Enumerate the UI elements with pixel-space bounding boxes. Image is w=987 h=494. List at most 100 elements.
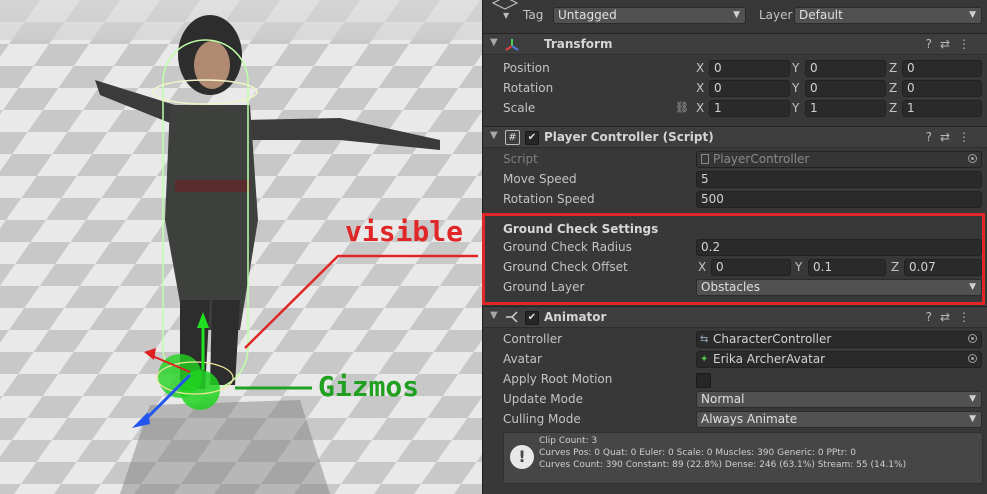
rotation-speed-field[interactable]: 500 — [696, 191, 982, 208]
transform-header[interactable]: ▼ Transform ?⇄⋮ — [483, 33, 987, 55]
ground-check-radius-field[interactable]: 0.2 — [696, 239, 982, 256]
player-controller-title: Player Controller (Script) — [544, 130, 714, 144]
help-icon: ? — [925, 37, 940, 51]
chevron-down-icon[interactable]: ▼ — [503, 11, 509, 20]
menu-icon: ⋮ — [958, 310, 978, 324]
z-axis-label: Z — [891, 260, 900, 274]
scale-y-field[interactable]: 1 — [805, 100, 886, 117]
rotation-speed-row: Rotation Speed 500 — [483, 190, 987, 210]
rotation-speed-label: Rotation Speed — [503, 192, 595, 206]
component-header-icons[interactable]: ?⇄⋮ — [926, 130, 978, 144]
object-picker-icon[interactable] — [968, 334, 977, 343]
animator-title: Animator — [544, 310, 607, 324]
rotation-row: Rotation X 0 Y 0 Z 0 — [483, 79, 987, 99]
x-axis-label: X — [698, 260, 707, 274]
ground-offset-x-field[interactable]: 0 — [711, 259, 791, 276]
scale-row: Scale ⛓ X 1 Y 1 Z 1 — [483, 99, 987, 119]
position-y-field[interactable]: 0 — [805, 60, 886, 77]
update-mode-value: Normal — [701, 392, 745, 406]
y-axis-label: Y — [792, 81, 800, 95]
culling-mode-row: Culling Mode Always Animate ▼ — [483, 410, 987, 430]
foldout-arrow-icon[interactable]: ▼ — [490, 310, 498, 321]
animator-icon — [506, 311, 518, 323]
caret-icon: ▼ — [969, 414, 976, 424]
avatar-row: Avatar ✦ Erika ArcherAvatar — [483, 350, 987, 370]
tag-dropdown[interactable]: Untagged ▼ — [553, 7, 746, 24]
move-speed-label: Move Speed — [503, 172, 577, 186]
avatar-field[interactable]: ✦ Erika ArcherAvatar — [696, 351, 982, 368]
curves-count-text: Curves Count: 390 Constant: 89 (22.8%) D… — [539, 460, 907, 470]
ground-layer-dropdown[interactable]: Obstacles ▼ — [696, 279, 982, 296]
controller-label: Controller — [503, 332, 563, 346]
preset-icon: ⇄ — [939, 37, 958, 51]
object-picker-icon — [968, 154, 977, 163]
y-axis-label: Y — [795, 260, 803, 274]
apply-root-motion-label: Apply Root Motion — [503, 372, 613, 386]
move-speed-row: Move Speed 5 — [483, 170, 987, 190]
culling-mode-label: Culling Mode — [503, 412, 581, 426]
object-picker-icon[interactable] — [968, 354, 977, 363]
link-icon[interactable]: ⛓ — [675, 101, 689, 114]
ground-check-section: Ground Check Settings — [483, 220, 987, 240]
ground-layer-label: Ground Layer — [503, 280, 585, 294]
script-file-icon — [701, 154, 709, 164]
script-field: PlayerController — [696, 151, 982, 168]
tag-layer-row: ▼ Tag Untagged ▼ Layer Default ▼ — [483, 0, 987, 25]
ground-layer-value: Obstacles — [701, 280, 760, 294]
y-axis-label: Y — [792, 101, 800, 115]
script-icon: # — [505, 130, 520, 145]
controller-row: Controller ⇆ CharacterController — [483, 330, 987, 350]
scale-x-field[interactable]: 1 — [709, 100, 790, 117]
ground-offset-z-field[interactable]: 0.07 — [904, 259, 982, 276]
warning-icon: ! — [510, 445, 534, 469]
rotation-label: Rotation — [503, 81, 554, 95]
curves-pos-text: Curves Pos: 0 Quat: 0 Euler: 0 Scale: 0 … — [539, 448, 857, 458]
apply-root-motion-checkbox[interactable] — [696, 373, 711, 388]
player-controller-header[interactable]: ▼ # ✔ Player Controller (Script) ?⇄⋮ — [483, 126, 987, 148]
culling-mode-dropdown[interactable]: Always Animate ▼ — [696, 411, 982, 428]
visible-annotation: visible — [345, 215, 464, 248]
menu-icon: ⋮ — [958, 37, 978, 51]
avatar-label: Avatar — [503, 352, 542, 366]
rotation-x-field[interactable]: 0 — [709, 80, 790, 97]
move-speed-field[interactable]: 5 — [696, 171, 982, 188]
script-row: Script PlayerController — [483, 150, 987, 170]
gizmos-annotation: Gizmos — [318, 370, 420, 403]
avatar-value: Erika ArcherAvatar — [713, 352, 826, 366]
player-controller-enabled-checkbox[interactable]: ✔ — [525, 131, 539, 145]
script-value: PlayerController — [713, 152, 810, 166]
foldout-arrow-icon[interactable]: ▼ — [490, 130, 498, 141]
scene-view[interactable]: visible Gizmos — [0, 0, 482, 494]
scale-label: Scale — [503, 101, 536, 115]
component-header-icons[interactable]: ?⇄⋮ — [926, 310, 978, 324]
update-mode-row: Update Mode Normal ▼ — [483, 390, 987, 410]
ground-offset-y-field[interactable]: 0.1 — [808, 259, 886, 276]
y-axis-label: Y — [792, 61, 800, 75]
ground-check-offset-label: Ground Check Offset — [503, 260, 628, 274]
controller-field[interactable]: ⇆ CharacterController — [696, 331, 982, 348]
foldout-arrow-icon[interactable]: ▼ — [490, 37, 498, 48]
position-label: Position — [503, 61, 550, 75]
tag-value: Untagged — [558, 8, 617, 22]
z-axis-label: Z — [889, 81, 898, 95]
ground-check-radius-row: Ground Check Radius 0.2 — [483, 238, 987, 258]
culling-mode-value: Always Animate — [701, 412, 798, 426]
layer-label: Layer — [759, 8, 793, 22]
layer-dropdown[interactable]: Default ▼ — [794, 7, 982, 24]
inspector-panel: ▼ Tag Untagged ▼ Layer Default ▼ ▼ Trans… — [482, 0, 987, 494]
help-icon: ? — [925, 310, 940, 324]
controller-value: CharacterController — [713, 332, 832, 346]
scale-z-field[interactable]: 1 — [902, 100, 982, 117]
position-z-field[interactable]: 0 — [902, 60, 982, 77]
rotation-z-field[interactable]: 0 — [902, 80, 982, 97]
z-axis-label: Z — [889, 61, 898, 75]
animator-enabled-checkbox[interactable]: ✔ — [525, 311, 539, 325]
animator-header[interactable]: ▼ ✔ Animator ?⇄⋮ — [483, 306, 987, 328]
update-mode-dropdown[interactable]: Normal ▼ — [696, 391, 982, 408]
rotation-y-field[interactable]: 0 — [805, 80, 886, 97]
transform-icon — [505, 39, 519, 51]
tag-label: Tag — [523, 8, 544, 22]
apply-root-motion-row: Apply Root Motion — [483, 370, 987, 390]
position-x-field[interactable]: 0 — [709, 60, 790, 77]
component-header-icons[interactable]: ?⇄⋮ — [926, 37, 978, 51]
